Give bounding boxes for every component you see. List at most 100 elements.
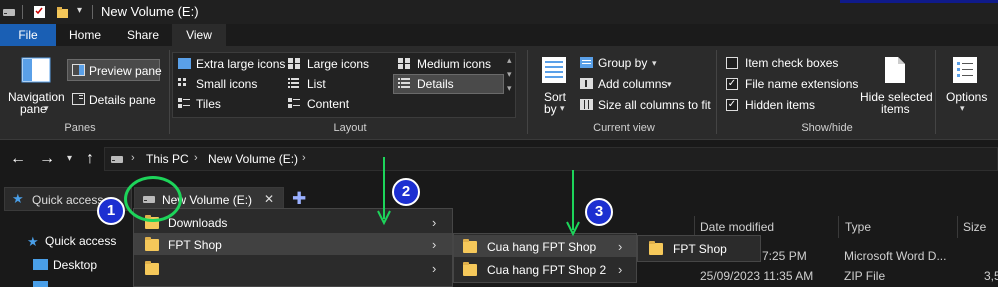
menu-item-downloads[interactable]: Downloads [168,216,227,230]
properties-icon[interactable] [33,5,46,19]
chevron-right-icon[interactable]: › [618,239,622,254]
sort-by-icon[interactable] [541,56,567,84]
menu-item-fpt-shop-leaf[interactable]: FPT Shop [673,242,727,256]
nav-desktop[interactable]: Desktop [53,258,97,272]
hide-selected-label-2[interactable]: items [881,102,910,116]
tab-home[interactable]: Home [56,24,114,46]
title-accent [840,0,998,3]
tab-share[interactable]: Share [114,24,172,46]
layout-extra-large-icons[interactable]: Extra large icons [196,57,285,71]
options-label[interactable]: Options [946,90,987,104]
chevron-down-icon[interactable]: ▾ [560,103,565,114]
add-columns-icon [580,78,593,89]
close-icon[interactable]: ✕ [264,192,274,206]
layout-details[interactable]: Details [417,77,454,91]
chevron-right-icon[interactable]: › [432,215,436,230]
details-icon [398,78,410,88]
new-folder-icon[interactable] [56,5,69,19]
hide-selected-icon[interactable] [883,56,907,84]
tiles-icon [178,98,190,108]
nav-quick-access[interactable]: Quick access [45,234,116,248]
folder-icon [145,237,159,251]
title-divider-2 [92,5,93,19]
group-by-icon [580,57,593,68]
desktop-icon [33,259,48,270]
recent-locations-icon[interactable]: ▾ [67,153,72,164]
layout-list[interactable]: List [307,77,326,91]
folder-icon [145,261,159,275]
menu-item-fpt-shop[interactable]: FPT Shop [168,238,222,252]
up-arrow-icon[interactable]: ↑ [86,150,94,168]
new-tab-icon[interactable]: ✚ [292,189,306,209]
layout-group-label: Layout [333,122,367,134]
chevron-down-icon[interactable]: ▾ [960,103,965,114]
large-icons-icon [288,58,300,69]
chevron-right-icon[interactable]: › [432,237,436,252]
preview-pane-label[interactable]: Preview pane [89,64,162,78]
column-divider[interactable] [838,216,839,238]
back-arrow-icon[interactable]: ← [10,150,26,168]
details-pane-label[interactable]: Details pane [89,93,156,107]
chevron-down-icon[interactable]: ▾ [667,79,672,90]
file-name-extensions-label[interactable]: File name extensions [745,77,858,91]
step-badge-2: 2 [392,178,420,206]
window-title: New Volume (E:) [101,4,199,19]
tab-quick-access-label[interactable]: Quick access [32,193,103,207]
add-columns-label[interactable]: Add columns [598,77,667,91]
current-view-group-label: Current view [593,122,655,134]
breadcrumb-drive[interactable]: New Volume (E:) [208,152,298,166]
breadcrumb-chevron-icon[interactable]: › [302,152,306,164]
ribbon-separator [169,50,170,134]
row-size: 3,5 [984,269,998,283]
layout-medium-icons[interactable]: Medium icons [417,57,491,71]
row-type: Microsoft Word D... [844,249,947,263]
column-date-modified[interactable]: Date modified [700,220,774,234]
layout-small-icons[interactable]: Small icons [196,77,257,91]
ribbon-separator [935,50,936,134]
tab-file[interactable]: File [0,24,56,46]
row-type: ZIP File [844,269,886,283]
chevron-right-icon[interactable]: › [432,261,436,276]
layout-content[interactable]: Content [307,97,349,111]
chevron-down-icon[interactable]: ▾ [652,58,657,69]
ribbon-separator [527,50,528,134]
size-all-columns-label[interactable]: Size all columns to fit [598,98,711,112]
breadcrumb-this-pc[interactable]: This PC [146,152,189,166]
ribbon-tabs: File Home Share View [0,24,998,46]
medium-icons-icon [398,58,410,69]
item-check-boxes-checkbox[interactable] [726,57,738,69]
chevron-down-icon[interactable]: ▾ [44,103,49,114]
group-by-label[interactable]: Group by [598,56,647,70]
breadcrumb-chevron-icon[interactable]: › [194,152,198,164]
folder-icon [649,241,663,255]
navigation-pane-label-2[interactable]: pane [20,102,47,116]
column-size[interactable]: Size [963,220,986,234]
sort-by-label-2[interactable]: by [544,102,557,116]
tab-view[interactable]: View [172,24,226,46]
preview-pane-icon [72,64,85,76]
extra-large-icons-icon [178,58,191,69]
item-check-boxes-label[interactable]: Item check boxes [745,56,838,70]
layout-large-icons[interactable]: Large icons [307,57,369,71]
navigation-pane-icon[interactable] [21,57,51,83]
step-badge-3: 3 [585,198,613,226]
content-icon [288,98,300,108]
options-icon[interactable] [952,56,978,84]
menu-item-cua-hang-fpt-shop-2[interactable]: Cua hang FPT Shop 2 [487,263,606,277]
column-divider[interactable] [957,216,958,238]
size-columns-icon [580,99,593,110]
ribbon-separator [716,50,717,134]
chevron-right-icon[interactable]: › [618,262,622,277]
step-badge-1: 1 [97,197,125,225]
customize-qat-icon[interactable]: ▾ [77,5,82,16]
menu-item-cua-hang-fpt-shop[interactable]: Cua hang FPT Shop [487,240,596,254]
forward-arrow-icon[interactable]: → [39,150,55,168]
hidden-items-label[interactable]: Hidden items [745,98,815,112]
breadcrumb-chevron-icon[interactable]: › [131,152,135,164]
hidden-items-checkbox[interactable]: ✓ [726,99,738,111]
file-name-extensions-checkbox[interactable]: ✓ [726,78,738,90]
layout-scroll-icon[interactable]: ▴ ▾ ▾ [507,53,512,95]
column-type[interactable]: Type [845,220,871,234]
list-icon [288,78,299,88]
layout-tiles[interactable]: Tiles [196,97,221,111]
